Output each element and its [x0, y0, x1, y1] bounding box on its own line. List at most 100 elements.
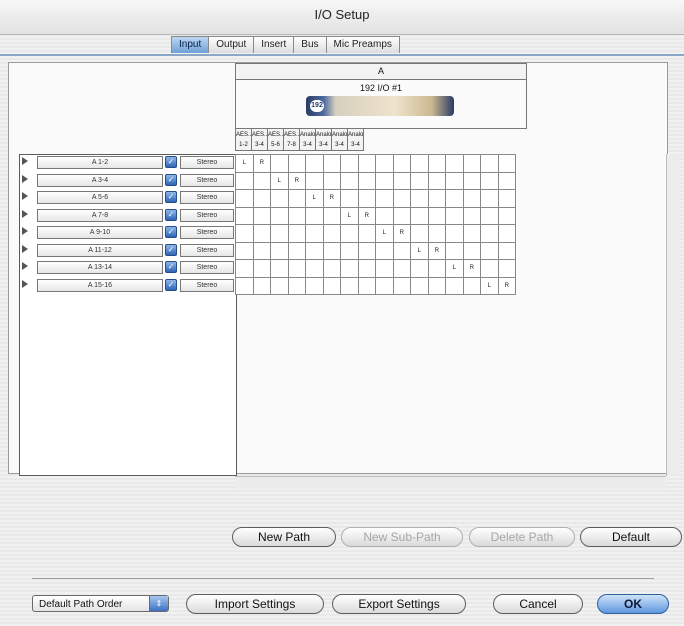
path-row[interactable]: A 9-10 ✓ Stereo — [19, 226, 235, 239]
disclosure-triangle-icon[interactable] — [22, 157, 28, 165]
matrix-cell[interactable]: L — [340, 206, 359, 225]
path-format-button[interactable]: Stereo — [180, 156, 234, 169]
path-format-button[interactable]: Stereo — [180, 278, 234, 292]
matrix-cell[interactable] — [410, 206, 429, 225]
matrix-cell[interactable] — [375, 171, 394, 190]
matrix-cell[interactable] — [287, 206, 306, 225]
tab-output[interactable]: Output — [208, 36, 255, 53]
matrix-cell[interactable] — [427, 224, 446, 243]
matrix-cell[interactable] — [392, 259, 411, 278]
matrix-cell[interactable]: L — [305, 189, 324, 208]
path-row[interactable]: A 11-12 ✓ Stereo — [19, 243, 235, 257]
ok-button[interactable]: OK — [597, 594, 669, 614]
import-settings-button[interactable]: Import Settings — [186, 594, 324, 614]
matrix-cell[interactable] — [375, 241, 394, 260]
path-name-field[interactable]: A 3-4 — [37, 173, 163, 187]
disclosure-triangle-icon[interactable] — [22, 209, 28, 218]
matrix-cell[interactable] — [445, 154, 464, 173]
matrix-cell[interactable] — [392, 171, 411, 190]
disclosure-triangle-icon[interactable] — [22, 279, 28, 288]
matrix-cell[interactable] — [340, 189, 359, 208]
matrix-cell[interactable] — [480, 259, 499, 278]
matrix-cell[interactable] — [357, 224, 376, 243]
matrix-cell[interactable] — [305, 206, 324, 225]
matrix-cell[interactable] — [270, 259, 289, 278]
matrix-cell[interactable] — [340, 241, 359, 260]
path-format-button[interactable]: Stereo — [180, 191, 234, 204]
matrix-cell[interactable]: L — [480, 276, 499, 295]
matrix-cell[interactable] — [427, 206, 446, 225]
matrix-cell[interactable] — [410, 259, 429, 278]
matrix-cell[interactable] — [305, 171, 324, 190]
path-active-checkbox[interactable]: ✓ — [165, 278, 177, 291]
matrix-cell[interactable] — [340, 224, 359, 243]
path-active-checkbox[interactable]: ✓ — [165, 208, 177, 221]
vertical-scrollbar[interactable] — [666, 154, 679, 476]
matrix-cell[interactable] — [392, 154, 411, 173]
matrix-cell[interactable] — [235, 224, 254, 243]
matrix-cell[interactable] — [357, 241, 376, 260]
matrix-cell[interactable] — [270, 224, 289, 243]
matrix-cell[interactable] — [375, 206, 394, 225]
matrix-cell[interactable] — [392, 189, 411, 208]
matrix-cell[interactable] — [410, 154, 429, 173]
matrix-cell[interactable] — [392, 276, 411, 295]
path-name-field[interactable]: A 13-14 — [37, 261, 163, 274]
matrix-cell[interactable] — [445, 241, 464, 260]
matrix-cell[interactable] — [340, 171, 359, 190]
matrix-cell[interactable] — [497, 224, 516, 243]
matrix-cell[interactable] — [270, 189, 289, 208]
horizontal-scrollbar[interactable] — [235, 476, 666, 489]
matrix-cell[interactable] — [375, 189, 394, 208]
disclosure-triangle-icon[interactable] — [22, 262, 28, 270]
matrix-cell[interactable] — [497, 189, 516, 208]
matrix-cell[interactable] — [322, 259, 341, 278]
matrix-cell[interactable] — [252, 189, 271, 208]
tab-bus[interactable]: Bus — [293, 36, 327, 53]
new-sub-path-button[interactable]: New Sub-Path — [341, 527, 463, 547]
matrix-cell[interactable] — [357, 276, 376, 295]
matrix-cell[interactable] — [270, 154, 289, 173]
tab-insert[interactable]: Insert — [253, 36, 295, 53]
path-name-field[interactable]: A 7-8 — [37, 208, 163, 222]
matrix-cell[interactable] — [287, 259, 306, 278]
matrix-cell[interactable] — [340, 276, 359, 295]
matrix-cell[interactable]: L — [410, 241, 429, 260]
matrix-cell[interactable] — [287, 224, 306, 243]
matrix-cell[interactable] — [462, 206, 481, 225]
matrix-cell[interactable] — [235, 276, 254, 295]
matrix-cell[interactable] — [445, 276, 464, 295]
path-name-field[interactable]: A 1-2 — [37, 156, 163, 169]
matrix-cell[interactable] — [287, 241, 306, 260]
matrix-cell[interactable] — [462, 189, 481, 208]
path-name-field[interactable]: A 11-12 — [37, 243, 163, 257]
matrix-cell[interactable] — [410, 224, 429, 243]
path-format-button[interactable]: Stereo — [180, 208, 234, 222]
matrix-cell[interactable] — [322, 276, 341, 295]
matrix-cell[interactable] — [252, 206, 271, 225]
matrix-cell[interactable] — [445, 206, 464, 225]
matrix-cell[interactable] — [445, 171, 464, 190]
disclosure-triangle-icon[interactable] — [22, 244, 28, 253]
matrix-cell[interactable] — [480, 154, 499, 173]
tab-mic-preamps[interactable]: Mic Preamps — [325, 36, 400, 53]
matrix-cell[interactable] — [427, 154, 446, 173]
matrix-cell[interactable] — [305, 224, 324, 243]
disclosure-triangle-icon[interactable] — [22, 174, 28, 183]
matrix-cell[interactable] — [322, 241, 341, 260]
matrix-cell[interactable] — [357, 154, 376, 173]
matrix-cell[interactable]: R — [427, 241, 446, 260]
matrix-cell[interactable] — [322, 171, 341, 190]
matrix-cell[interactable]: R — [252, 154, 271, 173]
matrix-cell[interactable]: R — [392, 224, 411, 243]
matrix-cell[interactable] — [235, 206, 254, 225]
matrix-cell[interactable] — [340, 259, 359, 278]
matrix-cell[interactable] — [252, 276, 271, 295]
matrix-cell[interactable] — [252, 224, 271, 243]
matrix-cell[interactable] — [410, 171, 429, 190]
matrix-cell[interactable] — [235, 189, 254, 208]
matrix-cell[interactable] — [357, 171, 376, 190]
matrix-cell[interactable] — [445, 224, 464, 243]
path-format-button[interactable]: Stereo — [180, 173, 234, 187]
new-path-button[interactable]: New Path — [232, 527, 336, 547]
